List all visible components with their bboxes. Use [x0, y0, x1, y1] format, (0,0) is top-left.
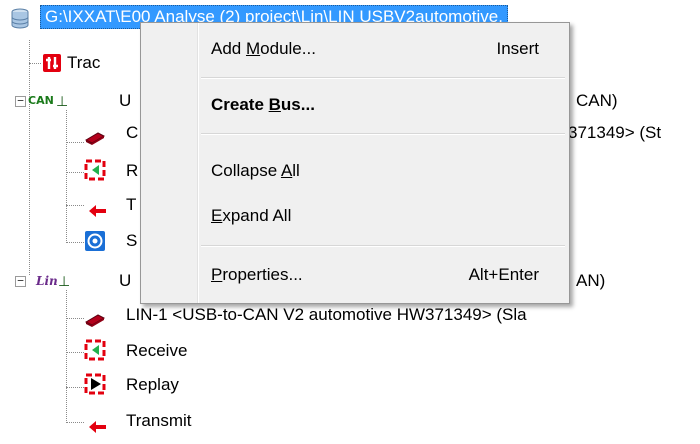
menu-item-label: Properties...	[211, 265, 303, 284]
menu-separator	[201, 133, 565, 135]
tree-item-label: S	[126, 231, 138, 250]
chip-icon	[84, 308, 106, 328]
tree-item-label: U	[119, 271, 132, 290]
database-icon	[10, 8, 30, 29]
menu-item-expand-all[interactable]: Expand All	[143, 200, 567, 232]
transmit-icon	[88, 414, 108, 434]
bus-icon: ⊥	[56, 93, 69, 109]
lin-badge-icon: Lin	[36, 274, 58, 288]
collapse-icon[interactable]: −	[15, 95, 26, 107]
tree-item-label: C	[126, 123, 139, 142]
tree-item-label: LIN-1 <USB-to-CAN V2 automotive HW371349…	[126, 305, 527, 324]
tree-line	[66, 205, 84, 206]
can-badge-icon: CAN	[28, 94, 54, 107]
menu-item-collapse-all[interactable]: Collapse All	[143, 155, 567, 187]
menu-item-label: Add Module...	[211, 39, 316, 58]
bus-icon: ⊥	[58, 273, 71, 289]
receive-icon	[84, 339, 106, 361]
menu-separator	[201, 77, 565, 79]
menu-item-label: Collapse All	[211, 161, 300, 180]
menu-item-add-module[interactable]: Add Module... Insert	[143, 33, 567, 65]
tree-item-label: R	[126, 161, 139, 180]
tree-line	[66, 242, 84, 243]
menu-separator	[201, 245, 565, 247]
tree-item-label: Trac	[67, 53, 101, 72]
tree-line	[66, 352, 84, 353]
menu-item-label: Expand All	[211, 206, 292, 225]
tree-item-label: Transmit	[126, 411, 192, 430]
tree-item-label: Replay	[126, 375, 179, 394]
tree-item-lin-controller[interactable]: LIN-1 <USB-to-CAN V2 automotive HW371349…	[0, 300, 700, 330]
tree-line	[66, 422, 84, 423]
transmit-icon	[88, 198, 108, 218]
trace-icon	[42, 53, 62, 73]
tree-item-label-tail: AN)	[576, 271, 606, 290]
menu-item-label: Create Bus...	[211, 95, 315, 114]
tree-item-label: Receive	[126, 341, 188, 360]
collapse-icon[interactable]: −	[15, 275, 26, 287]
tree-line	[29, 40, 30, 275]
tree-item-label: U	[119, 91, 132, 110]
tree-line	[66, 387, 84, 388]
scheduler-icon	[84, 230, 106, 252]
menu-item-properties[interactable]: Properties... Alt+Enter	[143, 259, 567, 291]
tree-line	[66, 172, 84, 173]
tree-item-label-tail: CAN)	[576, 91, 618, 110]
receive-icon	[84, 159, 106, 181]
tree-item-label-tail: 371349> (St	[568, 123, 662, 142]
menu-item-shortcut: Alt+Enter	[468, 265, 539, 284]
tree-line	[29, 63, 41, 64]
chip-icon	[84, 126, 106, 146]
menu-item-shortcut: Insert	[496, 39, 539, 58]
tree-item-label: T	[126, 195, 137, 214]
menu-item-create-bus[interactable]: Create Bus...	[143, 89, 567, 121]
replay-icon	[84, 373, 106, 395]
context-menu: Add Module... Insert Create Bus... Colla…	[140, 22, 570, 304]
